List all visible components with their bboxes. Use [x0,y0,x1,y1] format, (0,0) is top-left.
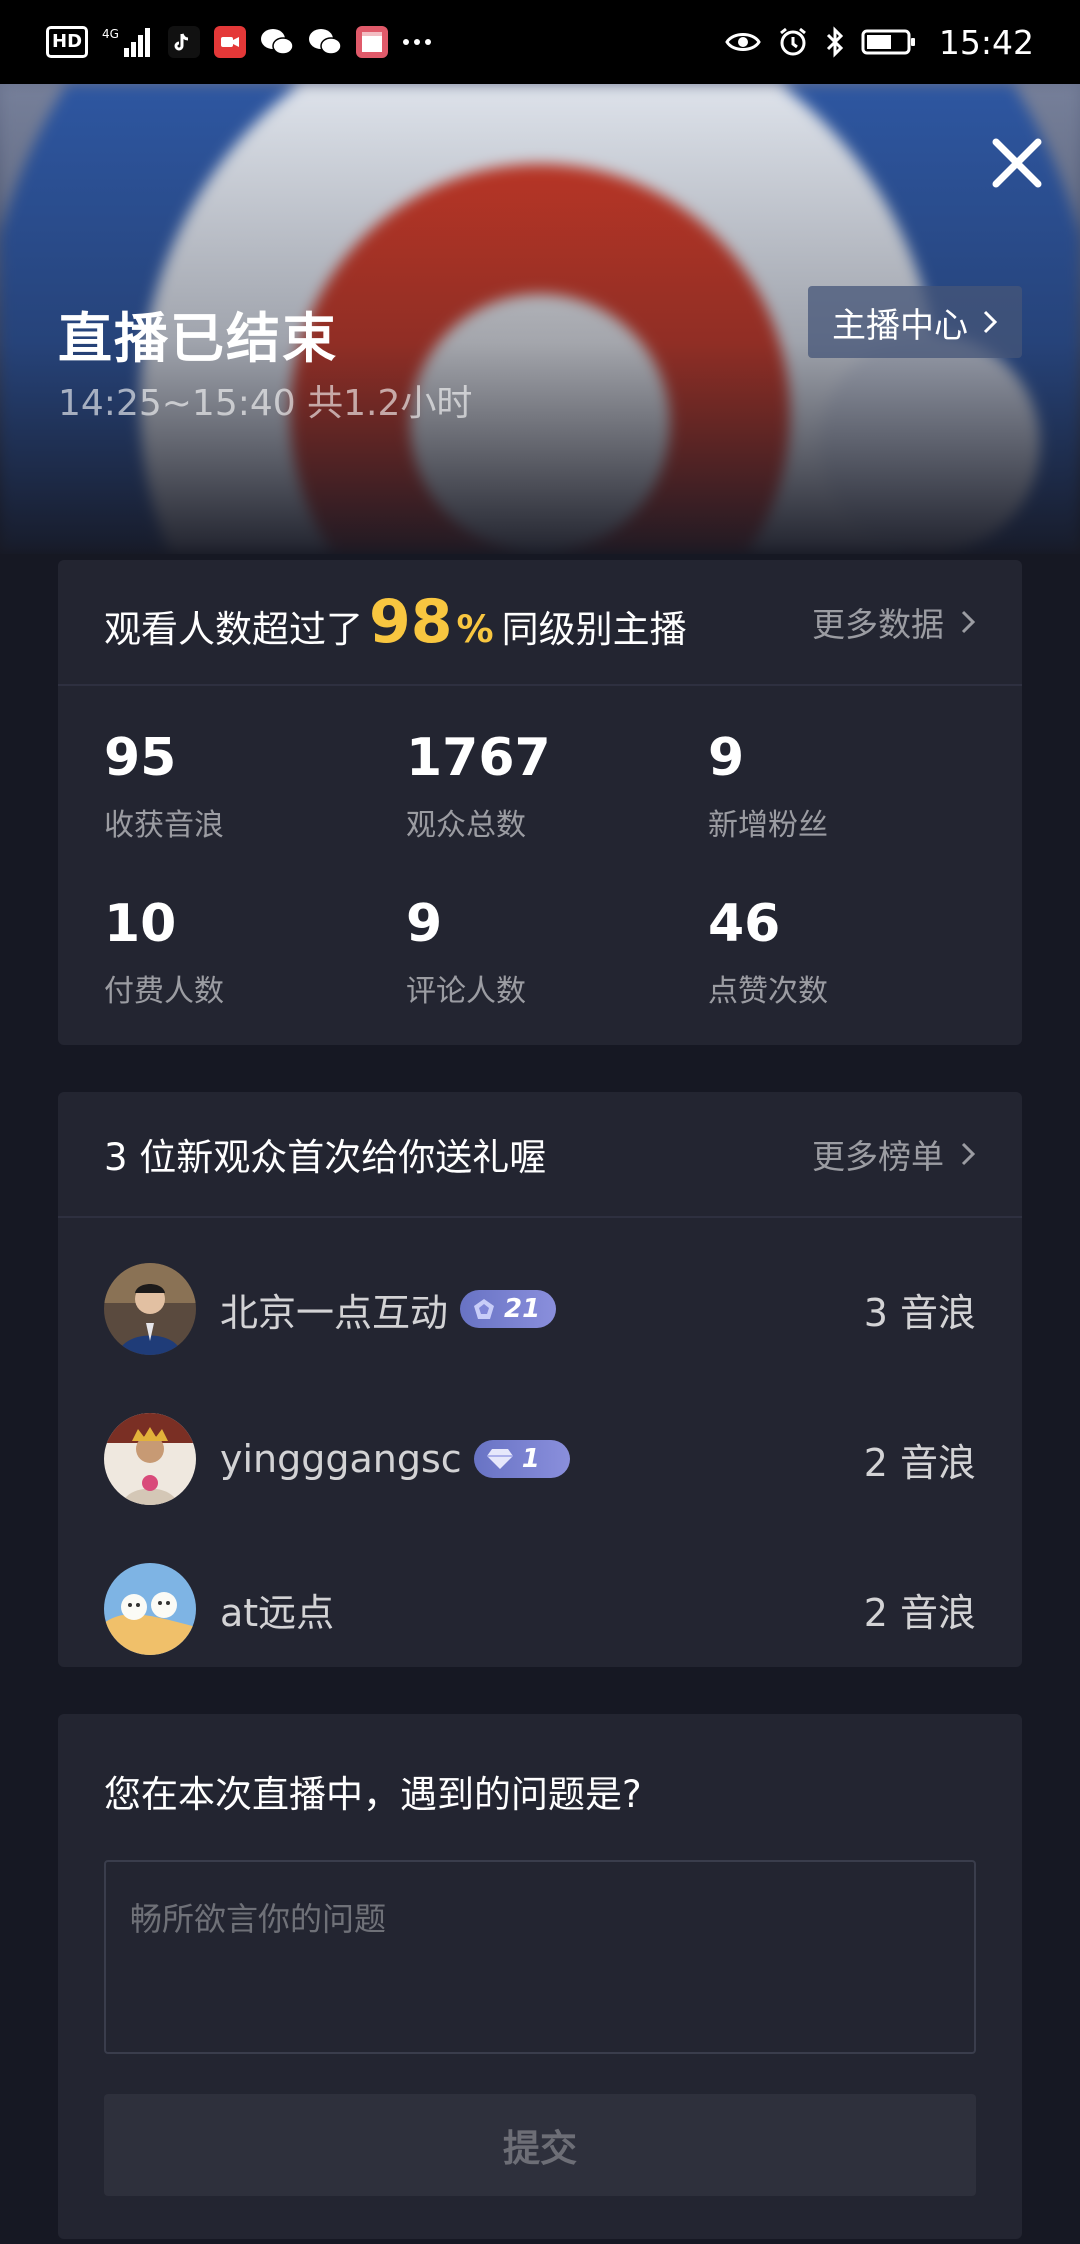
feedback-input[interactable] [104,1860,976,2054]
alarm-icon [777,26,809,58]
signal-icon: 4G [102,26,154,58]
gift-amount: 2 音浪 [863,1440,976,1485]
stat-label: 付费人数 [104,974,224,1009]
avatar[interactable] [104,1413,196,1505]
wechat-icon [308,27,342,57]
eye-icon [725,28,761,56]
headline-percent: 98 [369,587,453,657]
stat-value: 10 [104,894,177,954]
level-badge: 1 [473,1440,570,1478]
status-bar: HD 4G 15:42 [0,0,1080,84]
gifters-card-header: 3 位新观众首次给你送礼喔 更多榜单 [58,1092,1022,1218]
stat-value: 9 [708,728,745,788]
stat-value: 95 [104,728,177,788]
headline-prefix: 观看人数超过了 [104,608,363,651]
more-data-label: 更多数据 [812,605,944,644]
live-stats-card: 观看人数超过了 98 % 同级别主播 更多数据 95 收获音浪 1767 观众总数 … [58,560,1022,1045]
stat-label: 收获音浪 [104,808,224,843]
stat-value: 9 [406,894,443,954]
hd-icon: HD [46,26,89,58]
live-summary-page: HD 4G 15:42 直播已结束 14:25~15:40 共1.2小时 主播中… [0,0,1080,2244]
page-title: 直播已结束 [58,307,338,370]
gifter-row[interactable]: 北京一点互动 21 3 音浪 [104,1234,976,1384]
video-app-icon [214,26,247,58]
stat-label: 评论人数 [406,974,526,1009]
headline-suffix: 同级别主播 [501,608,687,651]
chevron-right-icon [961,1142,976,1166]
battery-icon [861,28,917,56]
gifter-name: 北京一点互动 [220,1290,449,1335]
stat-item: 9 新增粉丝 [708,728,1010,844]
close-button[interactable] [988,134,1046,192]
wechat-icon [260,27,294,57]
ranking-headline: 观看人数超过了 98 % 同级别主播 [104,587,687,657]
diamond-icon [486,1449,513,1469]
feedback-card: 您在本次直播中，遇到的问题是? 提交 [58,1714,1022,2239]
svg-text:4G: 4G [102,27,119,41]
level-number: 21 [504,1294,541,1324]
level-badge: 21 [460,1290,557,1328]
gift-amount: 3 音浪 [863,1290,976,1335]
stat-item: 9 评论人数 [406,894,708,1010]
gifters-title: 3 位新观众首次给你送礼喔 [104,1136,547,1179]
gifter-row[interactable]: at远点 2 音浪 [104,1534,976,1684]
bluetooth-icon [825,26,845,58]
stat-item: 95 收获音浪 [104,728,406,844]
close-icon [992,138,1042,188]
status-time: 15:42 [938,22,1034,62]
stat-label: 新增粉丝 [708,808,828,843]
gifters-list: 北京一点互动 21 3 音浪 yingggangsc 1 2 音浪 at远点 2… [58,1218,1022,1684]
headline-percent-sign: % [456,608,494,651]
avatar[interactable] [104,1263,196,1355]
submit-button[interactable]: 提交 [104,2094,976,2196]
avatar[interactable] [104,1563,196,1655]
stat-item: 46 点赞次数 [708,894,1010,1010]
gifter-name: yingggangsc [220,1437,462,1481]
stat-item: 1767 观众总数 [406,728,708,844]
more-data-link[interactable]: 更多数据 [812,598,976,646]
chevron-right-icon [983,310,998,334]
new-gifters-card: 3 位新观众首次给你送礼喔 更多榜单 北京一点互动 21 3 音浪 yinggg… [58,1092,1022,1667]
gift-amount: 2 音浪 [863,1590,976,1635]
stat-value: 1767 [406,728,551,788]
calendar-app-icon [356,26,389,58]
stats-card-header: 观看人数超过了 98 % 同级别主播 更多数据 [58,560,1022,686]
stat-label: 点赞次数 [708,974,828,1009]
feedback-question: 您在本次直播中，遇到的问题是? [104,1773,642,1816]
hero-header: 直播已结束 14:25~15:40 共1.2小时 主播中心 [0,84,1080,554]
chevron-right-icon [961,610,976,634]
level-number: 1 [521,1444,540,1474]
more-rankings-link[interactable]: 更多榜单 [812,1130,976,1178]
stat-value: 46 [708,894,781,954]
submit-label: 提交 [503,2127,577,2170]
stat-item: 10 付费人数 [104,894,406,1010]
gifter-name: at远点 [220,1590,335,1635]
gifter-row[interactable]: yingggangsc 1 2 音浪 [104,1384,976,1534]
stat-label: 观众总数 [406,808,526,843]
anchor-center-label: 主播中心 [832,305,968,346]
tiktok-icon [168,26,201,58]
anchor-center-button[interactable]: 主播中心 [808,286,1022,358]
live-duration: 14:25~15:40 共1.2小时 [58,383,473,424]
stats-grid: 95 收获音浪 1767 观众总数 9 新增粉丝 10 付费人数 9 评论人数 46 点赞次… [58,686,1022,1050]
more-icon [402,37,432,47]
more-rankings-label: 更多榜单 [812,1137,944,1176]
level-gem-icon [474,1299,495,1319]
